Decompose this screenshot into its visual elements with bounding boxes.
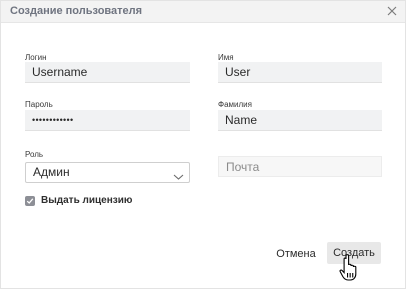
role-label: Роль bbox=[25, 150, 44, 159]
role-select[interactable]: Админ bbox=[25, 162, 190, 183]
check-icon bbox=[26, 198, 34, 204]
name-label: Имя bbox=[218, 53, 234, 62]
hand-pointer-cursor bbox=[339, 254, 357, 281]
close-icon[interactable] bbox=[385, 4, 399, 18]
dialog-title: Создание пользователя bbox=[10, 5, 143, 17]
chevron-down-icon bbox=[173, 168, 184, 180]
email-field[interactable]: Почта bbox=[218, 156, 382, 177]
password-field[interactable]: •••••••••••• bbox=[25, 110, 190, 131]
password-label: Пароль bbox=[25, 100, 53, 109]
surname-label: Фамилия bbox=[218, 100, 252, 109]
dialog-titlebar: Создание пользователя bbox=[1, 1, 405, 23]
name-field[interactable]: User bbox=[218, 62, 382, 83]
surname-field[interactable]: Name bbox=[218, 110, 382, 131]
license-checkbox[interactable] bbox=[25, 196, 35, 206]
license-label[interactable]: Выдать лицензию bbox=[41, 195, 132, 206]
role-select-value: Админ bbox=[33, 165, 70, 179]
cancel-button[interactable]: Отмена bbox=[269, 244, 323, 264]
create-user-dialog: Создание пользователя Логин Username Пар… bbox=[0, 0, 406, 289]
login-label: Логин bbox=[25, 53, 47, 62]
login-field[interactable]: Username bbox=[25, 62, 190, 83]
